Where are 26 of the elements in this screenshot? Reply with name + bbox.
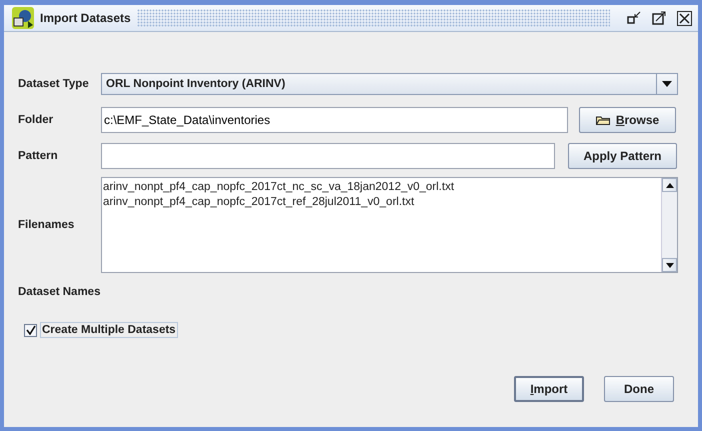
close-icon[interactable]	[677, 10, 692, 26]
dialog-button[interactable]: Done	[604, 376, 674, 402]
field-label: Pattern	[18, 150, 59, 162]
checkbox-label[interactable]: Create Multiple Datasets	[40, 322, 178, 338]
file-list-item[interactable]: arinv_nonpt_pf4_cap_nopfc_2017ct_nc_sc_va_18jan2012_v0_orl.txt	[103, 180, 661, 195]
checkbox[interactable]	[24, 324, 37, 336]
folder-icon	[596, 115, 610, 125]
scroll-up-icon	[666, 182, 674, 188]
apply-pattern-button[interactable]: Apply Pattern	[568, 143, 677, 169]
browse-button[interactable]: Browse	[579, 107, 676, 133]
field-label: Folder	[18, 114, 54, 126]
field-label: Filenames	[18, 219, 76, 231]
app-icon	[12, 7, 34, 29]
dataset-type-dropdown[interactable]: ORL Nonpoint Inventory (ARINV)	[101, 73, 678, 95]
file-list-item[interactable]: arinv_nonpt_pf4_cap_nopfc_2017ct_ref_28jul2011_v0_orl.txt	[103, 195, 661, 210]
dialog-button[interactable]: Import	[514, 376, 584, 402]
minimize-icon[interactable]	[627, 11, 641, 25]
field-label: Dataset Type	[18, 78, 90, 90]
scrollbar[interactable]	[661, 178, 677, 272]
maximize-icon[interactable]	[652, 11, 666, 25]
pattern-field[interactable]	[101, 143, 555, 169]
section-label: Dataset Names	[18, 286, 102, 298]
scroll-down-icon	[666, 262, 674, 268]
window-title: Import Datasets	[40, 11, 131, 25]
dropdown-arrow-icon	[662, 81, 672, 87]
folder-field[interactable]: c:\EMF_State_Data\inventories	[101, 107, 568, 133]
